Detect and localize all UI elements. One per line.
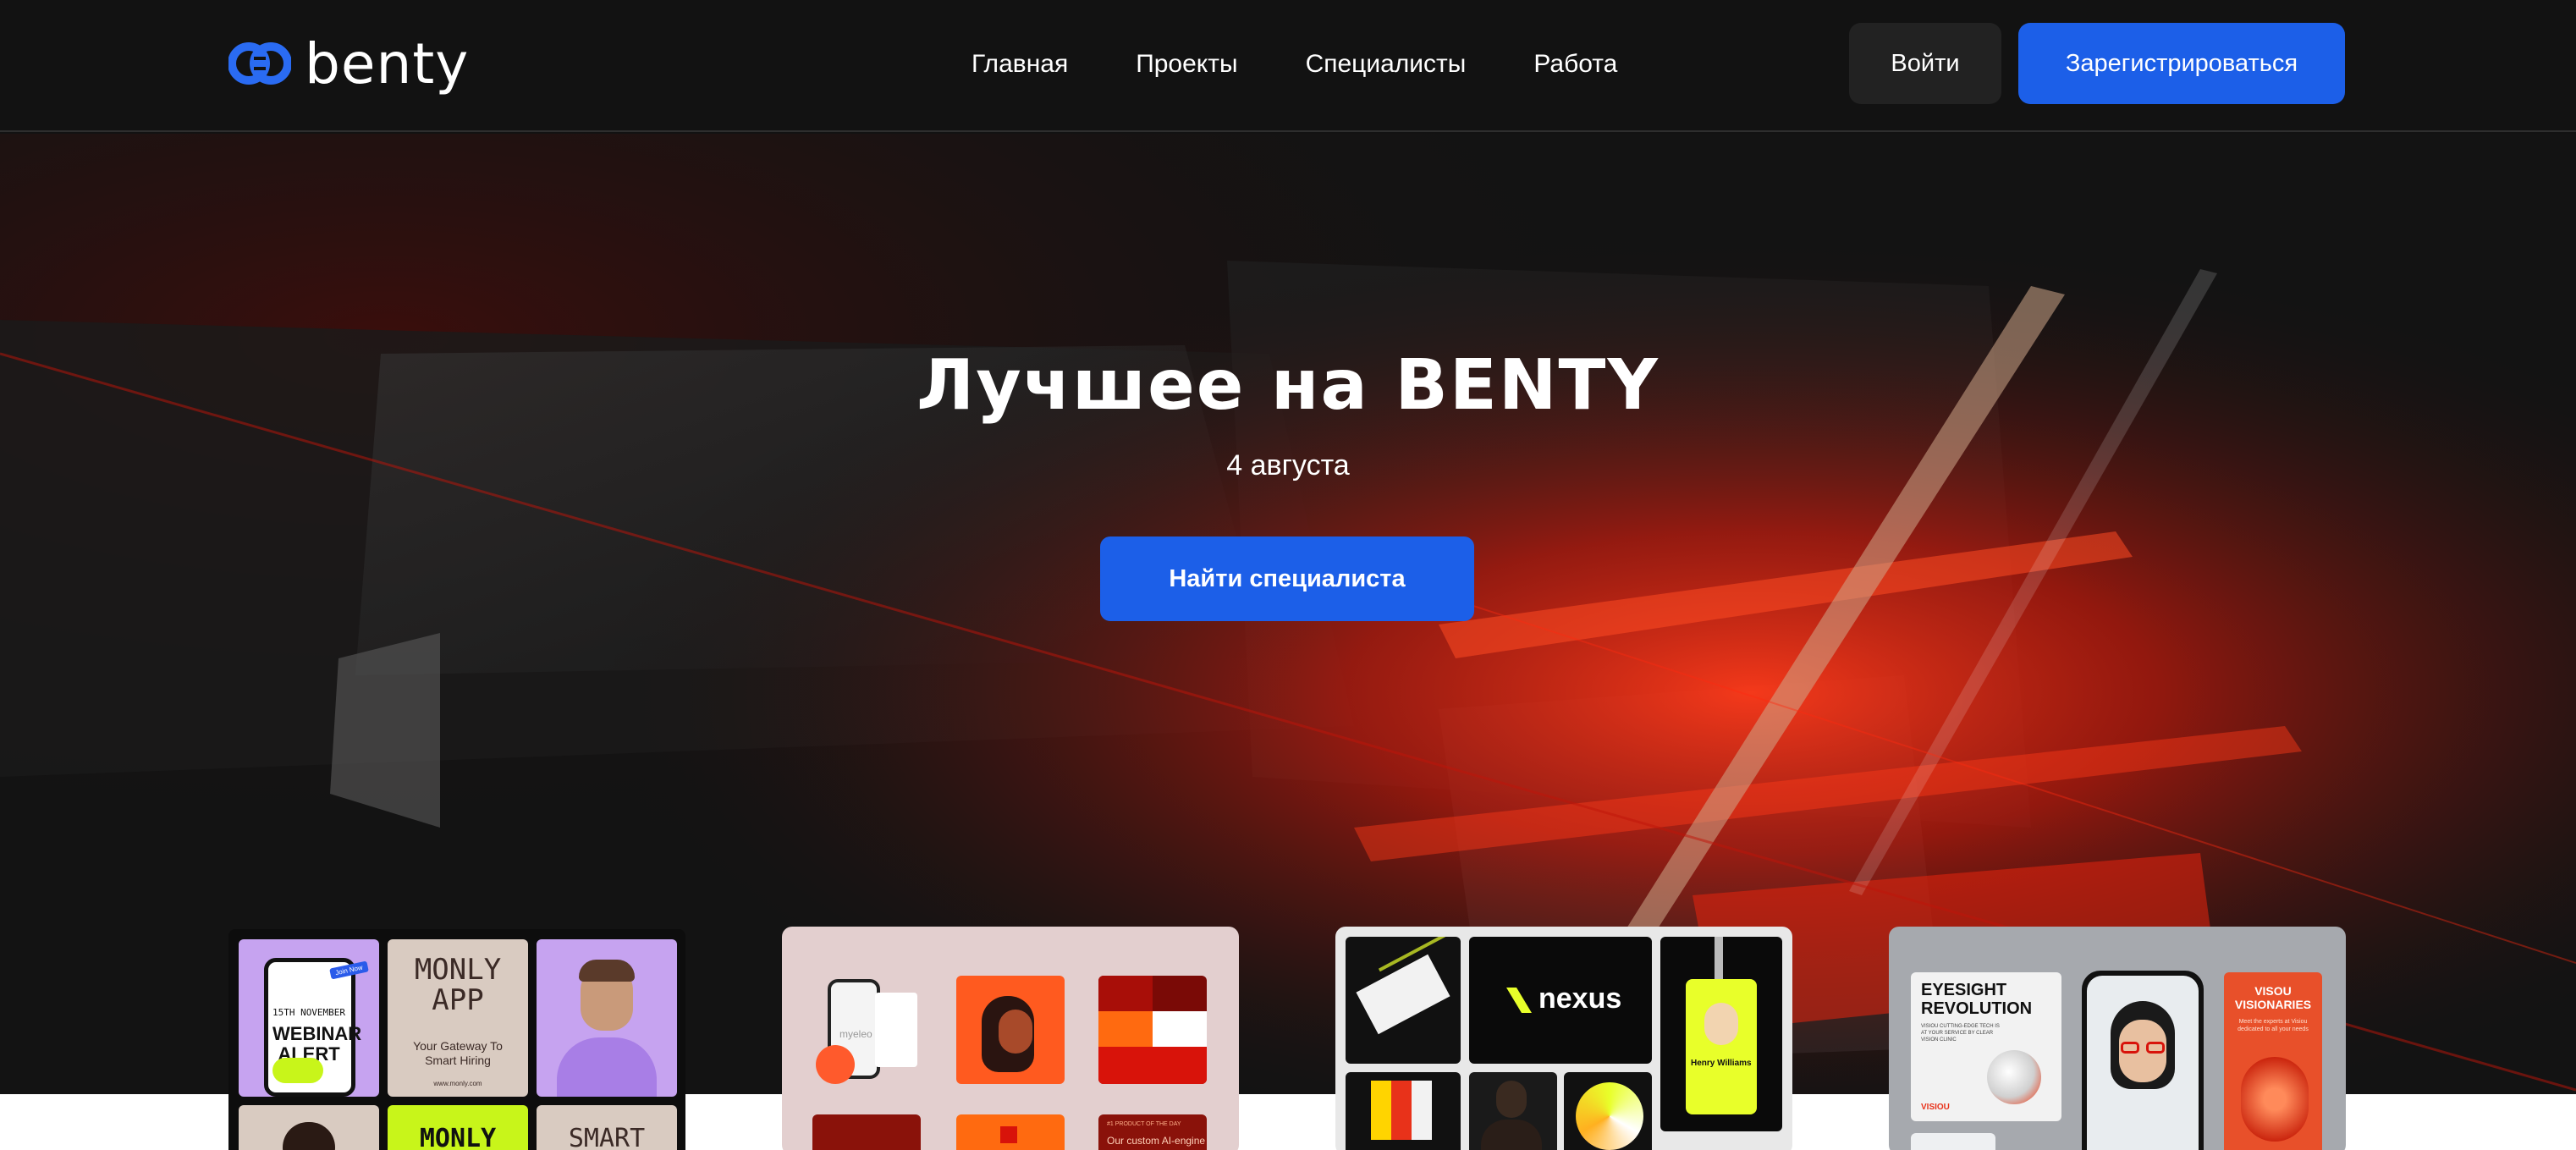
phone-portrait [2082,971,2204,1150]
site-header: benty Главная Проекты Специалисты Работа… [0,0,2576,132]
logo[interactable]: benty [228,30,470,96]
gradient-circle-tile [1564,1072,1652,1150]
visionaries-text: Meet the experts at Visiou dedicated to … [2237,1019,2309,1032]
small-card [1911,1133,1995,1150]
smart-text: SMART [568,1124,646,1150]
hero-title: Лучшее на BENTY [916,345,1660,426]
hero-section: Лучшее на BENTY 4 августа Найти специали… [0,134,2576,1150]
nav-home[interactable]: Главная [972,47,1068,81]
visionaries-tile: VISOU VISIONARIES Meet the experts at Vi… [2224,972,2322,1150]
silhouette-tile [1469,1072,1557,1150]
monly-tile: MONLY APP Your Gateway To Smart Hiring w… [388,939,528,1097]
lime-blob [272,1058,323,1083]
eyesight-subtext: VISIOU CUTTING-EDGE TECH IS AT YOUR SERV… [1921,1024,2000,1043]
project-card-3[interactable]: nexus Henry Williams [1335,927,1792,1150]
portrait-tile [537,939,677,1097]
monly-title: MONLY APP [414,953,502,1017]
eyesight-headline: EYESIGHT REVOLUTION [1921,981,2033,1018]
phone-text: myeleo [839,1028,872,1040]
flag-tile [1346,1072,1461,1150]
register-button[interactable]: Зарегистрироваться [2018,23,2345,104]
color-palette [1098,976,1207,1084]
product-label: #1 PRODUCT OF THE DAY [1107,1121,1181,1127]
webinar-date: 15TH NOVEMBER [272,1007,346,1018]
business-card-tile [1346,937,1461,1064]
nav-jobs[interactable]: Работа [1533,47,1617,81]
logo-icon [228,42,291,85]
portrait-orange [956,976,1065,1084]
eyesight-tile: EYESIGHT REVOLUTION VISIOU CUTTING-EDGE … [1911,972,2061,1121]
lanyard-tile: Henry Williams [1660,937,1782,1131]
orange-tile [956,1114,1065,1150]
nexus-logo-tile: nexus [1469,937,1652,1064]
badge-name: Henry Williams [1691,1059,1752,1068]
dark-red-tile [812,1114,921,1150]
visionaries-title: VISOU VISIONARIES [2234,984,2312,1011]
monly-tile-2: MONLY [388,1105,528,1150]
webinar-tile: 15TH NOVEMBER WEBINAR ALERT Join Now [239,939,379,1097]
person-body [557,1037,657,1097]
orange-shape [816,1045,855,1084]
product-tile: #1 PRODUCT OF THE DAY Our custom AI-engi… [1098,1114,1207,1150]
monly-url: www.monly.com [433,1080,482,1087]
login-button[interactable]: Войти [1849,23,2001,104]
portrait-tile-2 [239,1105,379,1150]
smart-tile: SMART [537,1105,677,1150]
nexus-mark-icon [1506,988,1532,1013]
hero-date: 4 августа [1226,449,1350,481]
project-card-4[interactable]: EYESIGHT REVOLUTION VISIOU CUTTING-EDGE … [1889,927,2346,1150]
nav-projects[interactable]: Проекты [1136,47,1237,81]
monly-bottom-text: MONLY [419,1124,497,1150]
project-card-1[interactable]: 15TH NOVEMBER WEBINAR ALERT Join Now MON… [228,929,685,1150]
monly-tagline: Your Gateway To Smart Hiring [413,1039,503,1067]
project-card-2[interactable]: myeleo #1 PRODUCT OF THE DAY Our custom … [782,927,1239,1150]
find-specialist-button[interactable]: Найти специалиста [1100,536,1474,621]
nav-specialists[interactable]: Специалисты [1306,47,1467,81]
logo-text: benty [305,30,470,96]
visiou-logo: VISIOU [1921,1103,1950,1112]
main-nav: Главная Проекты Специалисты Работа [972,47,1617,81]
person-hair [579,960,635,982]
card-paper [875,993,917,1067]
engine-text: Our custom AI-engine [1107,1135,1206,1147]
nexus-brand-text: nexus [1538,982,1622,1015]
